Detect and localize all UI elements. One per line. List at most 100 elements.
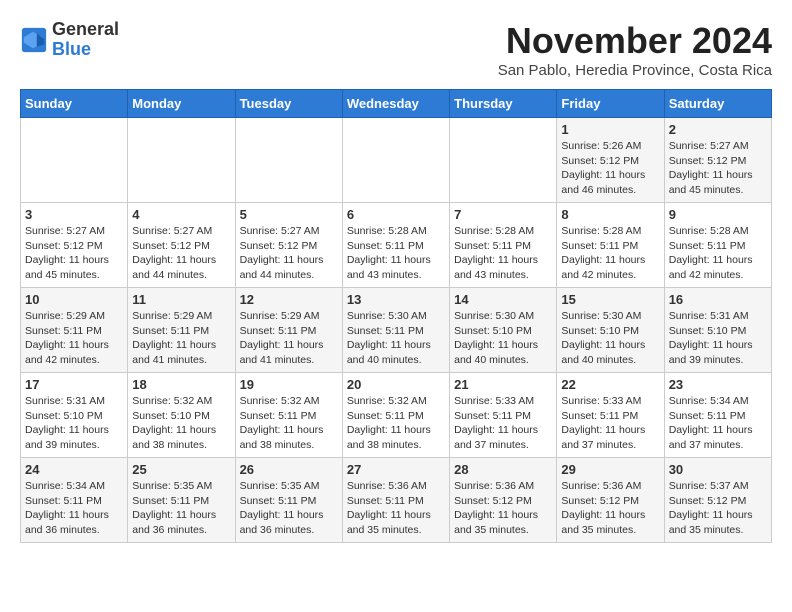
calendar-cell: 17 Sunrise: 5:31 AM Sunset: 5:10 PM Dayli…	[21, 373, 128, 458]
day-info: Sunrise: 5:31 AM Sunset: 5:10 PM Dayligh…	[25, 394, 123, 453]
logo-line1: General	[52, 20, 119, 40]
day-info: Sunrise: 5:32 AM Sunset: 5:10 PM Dayligh…	[132, 394, 230, 453]
day-info: Sunrise: 5:36 AM Sunset: 5:12 PM Dayligh…	[561, 479, 659, 538]
subtitle: San Pablo, Heredia Province, Costa Rica	[498, 62, 772, 79]
calendar-cell: 18 Sunrise: 5:32 AM Sunset: 5:10 PM Dayli…	[128, 373, 235, 458]
calendar-cell: 20 Sunrise: 5:32 AM Sunset: 5:11 PM Dayli…	[342, 373, 449, 458]
day-info: Sunrise: 5:32 AM Sunset: 5:11 PM Dayligh…	[240, 394, 338, 453]
day-number: 19	[240, 377, 338, 392]
day-info: Sunrise: 5:29 AM Sunset: 5:11 PM Dayligh…	[132, 309, 230, 368]
logo-icon	[20, 26, 48, 54]
calendar-cell: 29 Sunrise: 5:36 AM Sunset: 5:12 PM Dayli…	[557, 458, 664, 543]
day-info: Sunrise: 5:30 AM Sunset: 5:10 PM Dayligh…	[561, 309, 659, 368]
day-info: Sunrise: 5:28 AM Sunset: 5:11 PM Dayligh…	[454, 224, 552, 283]
day-number: 9	[669, 207, 767, 222]
calendar-cell: 24 Sunrise: 5:34 AM Sunset: 5:11 PM Dayli…	[21, 458, 128, 543]
weekday-header-cell: Tuesday	[235, 90, 342, 118]
day-info: Sunrise: 5:30 AM Sunset: 5:11 PM Dayligh…	[347, 309, 445, 368]
calendar-cell: 26 Sunrise: 5:35 AM Sunset: 5:11 PM Dayli…	[235, 458, 342, 543]
day-number: 14	[454, 292, 552, 307]
day-number: 1	[561, 122, 659, 137]
day-number: 4	[132, 207, 230, 222]
calendar-cell: 1 Sunrise: 5:26 AM Sunset: 5:12 PM Daylig…	[557, 118, 664, 203]
day-info: Sunrise: 5:34 AM Sunset: 5:11 PM Dayligh…	[669, 394, 767, 453]
calendar-cell: 22 Sunrise: 5:33 AM Sunset: 5:11 PM Dayli…	[557, 373, 664, 458]
day-info: Sunrise: 5:28 AM Sunset: 5:11 PM Dayligh…	[669, 224, 767, 283]
month-title: November 2024	[498, 20, 772, 62]
calendar-cell: 28 Sunrise: 5:36 AM Sunset: 5:12 PM Dayli…	[450, 458, 557, 543]
header: General Blue November 2024 San Pablo, He…	[20, 20, 772, 79]
day-info: Sunrise: 5:34 AM Sunset: 5:11 PM Dayligh…	[25, 479, 123, 538]
day-number: 26	[240, 462, 338, 477]
calendar-cell: 5 Sunrise: 5:27 AM Sunset: 5:12 PM Daylig…	[235, 203, 342, 288]
weekday-header-cell: Saturday	[664, 90, 771, 118]
day-number: 10	[25, 292, 123, 307]
calendar-cell: 11Sunrise: 5:29 AM Sunset: 5:11 PM Dayli…	[128, 288, 235, 373]
day-info: Sunrise: 5:27 AM Sunset: 5:12 PM Dayligh…	[240, 224, 338, 283]
calendar-cell	[128, 118, 235, 203]
day-number: 22	[561, 377, 659, 392]
calendar-week-row: 24 Sunrise: 5:34 AM Sunset: 5:11 PM Dayli…	[21, 458, 772, 543]
day-info: Sunrise: 5:36 AM Sunset: 5:11 PM Dayligh…	[347, 479, 445, 538]
day-info: Sunrise: 5:35 AM Sunset: 5:11 PM Dayligh…	[240, 479, 338, 538]
calendar-cell: 21 Sunrise: 5:33 AM Sunset: 5:11 PM Dayli…	[450, 373, 557, 458]
calendar-cell: 9 Sunrise: 5:28 AM Sunset: 5:11 PM Daylig…	[664, 203, 771, 288]
day-number: 8	[561, 207, 659, 222]
weekday-header-cell: Thursday	[450, 90, 557, 118]
day-number: 2	[669, 122, 767, 137]
day-number: 7	[454, 207, 552, 222]
day-number: 6	[347, 207, 445, 222]
calendar-cell: 30 Sunrise: 5:37 AM Sunset: 5:12 PM Dayli…	[664, 458, 771, 543]
day-number: 23	[669, 377, 767, 392]
weekday-header-cell: Sunday	[21, 90, 128, 118]
day-number: 30	[669, 462, 767, 477]
day-number: 20	[347, 377, 445, 392]
day-info: Sunrise: 5:26 AM Sunset: 5:12 PM Dayligh…	[561, 139, 659, 198]
calendar-cell: 16Sunrise: 5:31 AM Sunset: 5:10 PM Dayli…	[664, 288, 771, 373]
calendar-cell	[21, 118, 128, 203]
day-number: 12	[240, 292, 338, 307]
day-info: Sunrise: 5:33 AM Sunset: 5:11 PM Dayligh…	[561, 394, 659, 453]
calendar-week-row: 3 Sunrise: 5:27 AM Sunset: 5:12 PM Daylig…	[21, 203, 772, 288]
day-number: 3	[25, 207, 123, 222]
day-info: Sunrise: 5:37 AM Sunset: 5:12 PM Dayligh…	[669, 479, 767, 538]
calendar-table: SundayMondayTuesdayWednesdayThursdayFrid…	[20, 89, 772, 543]
day-number: 18	[132, 377, 230, 392]
calendar-cell: 23 Sunrise: 5:34 AM Sunset: 5:11 PM Dayli…	[664, 373, 771, 458]
day-number: 17	[25, 377, 123, 392]
weekday-header: SundayMondayTuesdayWednesdayThursdayFrid…	[21, 90, 772, 118]
logo-line2: Blue	[52, 40, 119, 60]
day-info: Sunrise: 5:33 AM Sunset: 5:11 PM Dayligh…	[454, 394, 552, 453]
day-info: Sunrise: 5:35 AM Sunset: 5:11 PM Dayligh…	[132, 479, 230, 538]
calendar-cell	[342, 118, 449, 203]
day-number: 24	[25, 462, 123, 477]
day-info: Sunrise: 5:27 AM Sunset: 5:12 PM Dayligh…	[25, 224, 123, 283]
day-info: Sunrise: 5:28 AM Sunset: 5:11 PM Dayligh…	[347, 224, 445, 283]
calendar-cell: 25 Sunrise: 5:35 AM Sunset: 5:11 PM Dayli…	[128, 458, 235, 543]
calendar-cell: 7 Sunrise: 5:28 AM Sunset: 5:11 PM Daylig…	[450, 203, 557, 288]
calendar-cell: 15Sunrise: 5:30 AM Sunset: 5:10 PM Dayli…	[557, 288, 664, 373]
calendar-body: 1 Sunrise: 5:26 AM Sunset: 5:12 PM Daylig…	[21, 118, 772, 543]
day-number: 28	[454, 462, 552, 477]
calendar-cell: 13 Sunrise: 5:30 AM Sunset: 5:11 PM Dayli…	[342, 288, 449, 373]
day-number: 27	[347, 462, 445, 477]
day-info: Sunrise: 5:29 AM Sunset: 5:11 PM Dayligh…	[240, 309, 338, 368]
calendar-cell: 19 Sunrise: 5:32 AM Sunset: 5:11 PM Dayli…	[235, 373, 342, 458]
weekday-header-cell: Friday	[557, 90, 664, 118]
day-number: 16	[669, 292, 767, 307]
day-info: Sunrise: 5:32 AM Sunset: 5:11 PM Dayligh…	[347, 394, 445, 453]
calendar-cell: 27 Sunrise: 5:36 AM Sunset: 5:11 PM Dayli…	[342, 458, 449, 543]
day-number: 25	[132, 462, 230, 477]
calendar-cell: 2Sunrise: 5:27 AM Sunset: 5:12 PM Daylig…	[664, 118, 771, 203]
calendar-cell: 6 Sunrise: 5:28 AM Sunset: 5:11 PM Daylig…	[342, 203, 449, 288]
day-info: Sunrise: 5:36 AM Sunset: 5:12 PM Dayligh…	[454, 479, 552, 538]
day-info: Sunrise: 5:28 AM Sunset: 5:11 PM Dayligh…	[561, 224, 659, 283]
calendar-week-row: 1 Sunrise: 5:26 AM Sunset: 5:12 PM Daylig…	[21, 118, 772, 203]
day-info: Sunrise: 5:27 AM Sunset: 5:12 PM Dayligh…	[132, 224, 230, 283]
weekday-header-cell: Monday	[128, 90, 235, 118]
logo: General Blue	[20, 20, 119, 60]
day-number: 21	[454, 377, 552, 392]
day-number: 29	[561, 462, 659, 477]
day-number: 13	[347, 292, 445, 307]
day-number: 5	[240, 207, 338, 222]
